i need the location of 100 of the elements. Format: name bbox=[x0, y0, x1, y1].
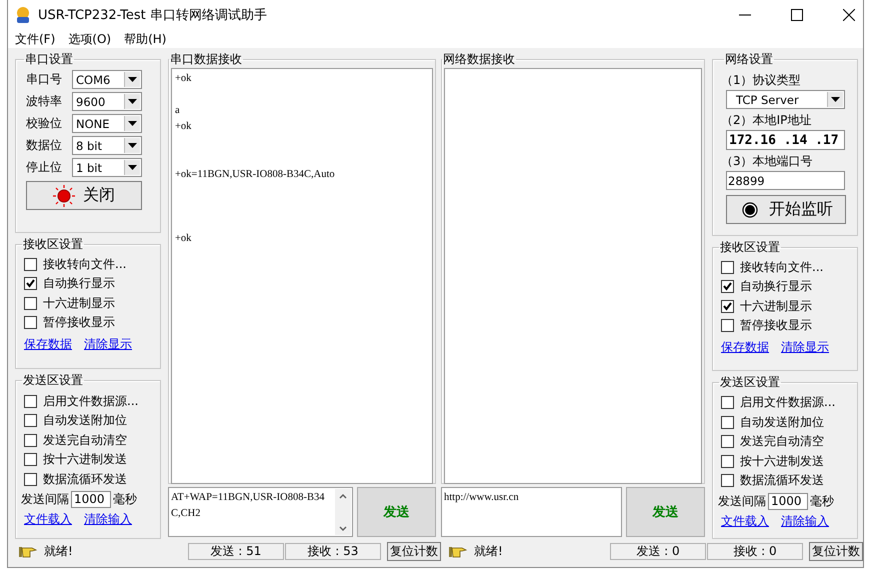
checkbox[interactable] bbox=[24, 434, 37, 447]
group-title: 接收区设置 bbox=[719, 238, 781, 256]
port-field[interactable]: 28899 bbox=[726, 171, 845, 190]
send-text-field[interactable]: http://www.usr.cn bbox=[441, 487, 622, 537]
caret-icon bbox=[128, 77, 137, 82]
menu-item[interactable]: 选项(O) bbox=[68, 30, 112, 48]
checkbox[interactable] bbox=[24, 277, 37, 290]
checkbox[interactable] bbox=[721, 260, 734, 274]
checkbox-label: 自动换行显示 bbox=[740, 278, 812, 296]
window-title: USR-TCP232-Test 串口转网络调试助手 bbox=[38, 7, 267, 24]
link[interactable]: 保存数据 bbox=[721, 338, 769, 356]
link[interactable]: 保存数据 bbox=[24, 336, 72, 353]
sent-counter: 发送 : 51 bbox=[188, 542, 284, 560]
ip-address-field[interactable]: 172.16 .14 .17 bbox=[726, 130, 845, 150]
dropdown[interactable]: 8 bit bbox=[72, 136, 142, 155]
checkbox[interactable] bbox=[24, 258, 37, 271]
receive-text-area[interactable]: +ok a +ok +ok=11BGN,USR-IO808-B34C,Auto +ok bbox=[171, 68, 433, 484]
checkbox[interactable] bbox=[24, 414, 37, 428]
checkbox[interactable] bbox=[721, 474, 734, 488]
checkbox-label: 接收转向文件... bbox=[43, 256, 126, 273]
status-message: 就绪! bbox=[44, 542, 73, 560]
field-label: 数据位 bbox=[26, 137, 63, 154]
checkbox[interactable] bbox=[24, 394, 37, 408]
interval-label: 发送间隔 bbox=[21, 490, 69, 508]
checkbox-label: 按十六进制发送 bbox=[43, 451, 127, 468]
field-label: 校验位 bbox=[26, 115, 63, 132]
checkbox[interactable] bbox=[721, 416, 734, 429]
send-button[interactable]: 发送 bbox=[357, 487, 436, 537]
menu-item[interactable]: 文件(F) bbox=[15, 30, 56, 48]
checkbox-label: 接收转向文件... bbox=[740, 258, 824, 276]
checkbox-label: 暂停接收显示 bbox=[740, 317, 812, 334]
interval-field[interactable]: 1000 bbox=[768, 492, 808, 510]
checkbox-label: 暂停接收显示 bbox=[43, 314, 115, 332]
group-title: 接收区设置 bbox=[22, 236, 84, 253]
group-title: 串口数据接收 bbox=[169, 51, 243, 68]
checkbox[interactable] bbox=[721, 454, 734, 468]
checkbox-label: 发送完自动清空 bbox=[43, 432, 127, 449]
reset-count-button[interactable]: 复位计数 bbox=[809, 542, 863, 560]
checkbox-label: 十六进制显示 bbox=[43, 294, 115, 312]
send-text-field[interactable]: AT+WAP=11BGN,USR-IO808-B34C,CH2 bbox=[168, 487, 353, 537]
checkbox-label: 自动换行显示 bbox=[43, 275, 115, 292]
caret-icon bbox=[128, 99, 137, 104]
toggle-button[interactable]: 关闭 bbox=[26, 181, 142, 210]
checkbox[interactable] bbox=[721, 280, 734, 294]
received-counter: 接收 : 53 bbox=[284, 542, 381, 560]
checkbox[interactable] bbox=[24, 472, 37, 486]
dropdown[interactable]: COM6 bbox=[72, 70, 142, 89]
checkbox-label: 十六进制显示 bbox=[740, 298, 812, 315]
checkbox[interactable] bbox=[721, 319, 734, 332]
checkbox[interactable] bbox=[721, 396, 734, 410]
checkbox-label: 自动发送附加位 bbox=[43, 412, 127, 430]
checkbox-label: 数据流循环发送 bbox=[740, 472, 824, 490]
toggle-button[interactable]: 开始监听 bbox=[726, 195, 846, 224]
close-icon[interactable] bbox=[843, 9, 855, 21]
checkbox-label: 启用文件数据源... bbox=[43, 392, 138, 410]
group-title: 网络设置 bbox=[724, 51, 774, 68]
send-button[interactable]: 发送 bbox=[626, 487, 705, 537]
field-label: （2）本地IP地址 bbox=[721, 112, 812, 129]
checkbox[interactable] bbox=[24, 296, 37, 310]
group-title: 发送区设置 bbox=[22, 372, 84, 390]
checkbox[interactable] bbox=[721, 300, 734, 313]
checkbox[interactable] bbox=[24, 453, 37, 466]
caret-icon bbox=[128, 143, 137, 148]
interval-field[interactable]: 1000 bbox=[71, 490, 111, 508]
field-label: 停止位 bbox=[26, 159, 63, 176]
link[interactable]: 文件载入 bbox=[721, 512, 769, 530]
dropdown[interactable]: NONE bbox=[72, 114, 142, 133]
checkbox-label: 发送完自动清空 bbox=[740, 433, 824, 450]
link[interactable]: 清除输入 bbox=[781, 512, 829, 530]
interval-label: 发送间隔 bbox=[718, 492, 766, 510]
checkbox[interactable] bbox=[24, 316, 37, 330]
group-title: 发送区设置 bbox=[719, 374, 781, 392]
app-icon bbox=[14, 6, 32, 24]
reset-count-button[interactable]: 复位计数 bbox=[386, 542, 441, 560]
link[interactable]: 清除显示 bbox=[781, 338, 829, 356]
checkbox-label: 数据流循环发送 bbox=[43, 470, 127, 488]
caret-icon bbox=[831, 97, 840, 102]
field-label: 串口号 bbox=[26, 71, 63, 88]
link[interactable]: 清除显示 bbox=[84, 336, 132, 353]
field-label: （3）本地端口号 bbox=[721, 153, 814, 170]
field-label: 波特率 bbox=[26, 93, 63, 110]
link[interactable]: 文件载入 bbox=[24, 510, 72, 528]
checkbox-label: 自动发送附加位 bbox=[740, 414, 824, 431]
caret-icon bbox=[128, 121, 137, 126]
dropdown[interactable]: 1 bit bbox=[72, 158, 142, 177]
pointing-hand-icon bbox=[448, 544, 468, 558]
group-title: 串口设置 bbox=[24, 51, 74, 68]
maximize-icon[interactable] bbox=[791, 9, 803, 21]
status-message: 就绪! bbox=[474, 542, 503, 560]
dropdown[interactable]: TCP Server bbox=[726, 90, 845, 109]
caret-icon bbox=[128, 165, 137, 170]
checkbox-label: 按十六进制发送 bbox=[740, 452, 824, 470]
dropdown[interactable]: 9600 bbox=[72, 92, 142, 111]
link[interactable]: 清除输入 bbox=[84, 510, 132, 528]
interval-unit: 毫秒 bbox=[113, 490, 137, 508]
checkbox[interactable] bbox=[721, 435, 734, 448]
sent-counter: 发送 : 0 bbox=[610, 542, 706, 560]
pointing-hand-icon bbox=[18, 544, 38, 558]
menu-item[interactable]: 帮助(H) bbox=[124, 30, 166, 48]
received-counter: 接收 : 0 bbox=[707, 542, 803, 560]
